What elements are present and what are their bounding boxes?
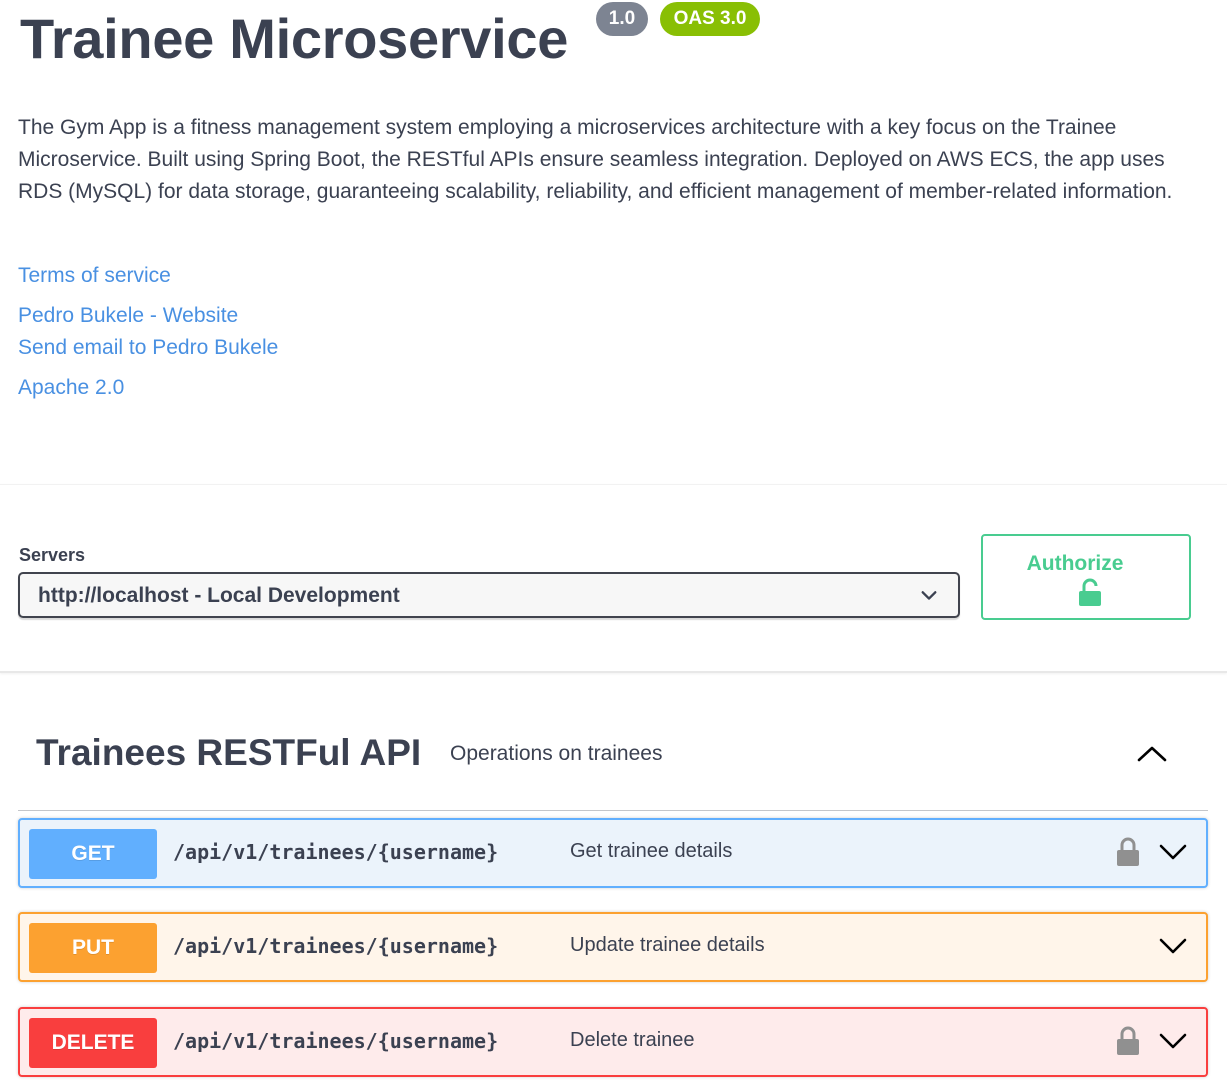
authorize-label: Authorize [1026,552,1124,575]
operation-summary: Delete trainee [570,1029,695,1051]
contact-email-link[interactable]: Send email to Pedro Bukele [18,336,278,360]
method-badge: GET [29,829,157,879]
operation-summary: Update trainee details [570,934,765,956]
lock-icon[interactable] [1116,836,1140,868]
operation-path: /api/v1/trainees/{username} [173,1029,499,1053]
authorize-button[interactable]: Authorize [981,534,1191,620]
api-description: The Gym App is a fitness management syst… [18,116,1173,203]
oas-badge: OAS 3.0 [660,2,760,36]
terms-of-service-link[interactable]: Terms of service [18,264,171,288]
tag-section-header[interactable]: Trainees RESTFul API Operations on train… [18,720,1208,811]
chevron-down-icon [1159,938,1187,954]
contact-website-link[interactable]: Pedro Bukele - Website [18,304,238,328]
chevron-down-icon [921,591,937,600]
license-link[interactable]: Apache 2.0 [18,376,124,400]
operation-path: /api/v1/trainees/{username} [173,934,499,958]
tag-description: Operations on trainees [450,742,663,765]
chevron-up-icon[interactable] [1136,742,1168,766]
server-select-value: http://localhost - Local Development [38,584,400,607]
operation-summary: Get trainee details [570,840,733,862]
lock-icon[interactable] [1116,1025,1140,1057]
method-badge: DELETE [29,1018,157,1068]
version-badge: 1.0 [596,2,648,36]
tag-name: Trainees RESTFul API [36,732,422,773]
server-select[interactable]: http://localhost - Local Development [18,572,960,618]
method-badge: PUT [29,923,157,973]
operation-path: /api/v1/trainees/{username} [173,840,499,864]
operation-get-trainee[interactable]: GET /api/v1/trainees/{username} Get trai… [18,818,1208,888]
chevron-down-icon [1159,1033,1187,1049]
operation-put-trainee[interactable]: PUT /api/v1/trainees/{username} Update t… [18,912,1208,982]
chevron-down-icon [1159,844,1187,860]
unlocked-icon [1079,578,1101,606]
operation-delete-trainee[interactable]: DELETE /api/v1/trainees/{username} Delet… [18,1007,1208,1077]
page-title: Trainee Microservice [20,7,569,70]
servers-label: Servers [19,545,86,565]
